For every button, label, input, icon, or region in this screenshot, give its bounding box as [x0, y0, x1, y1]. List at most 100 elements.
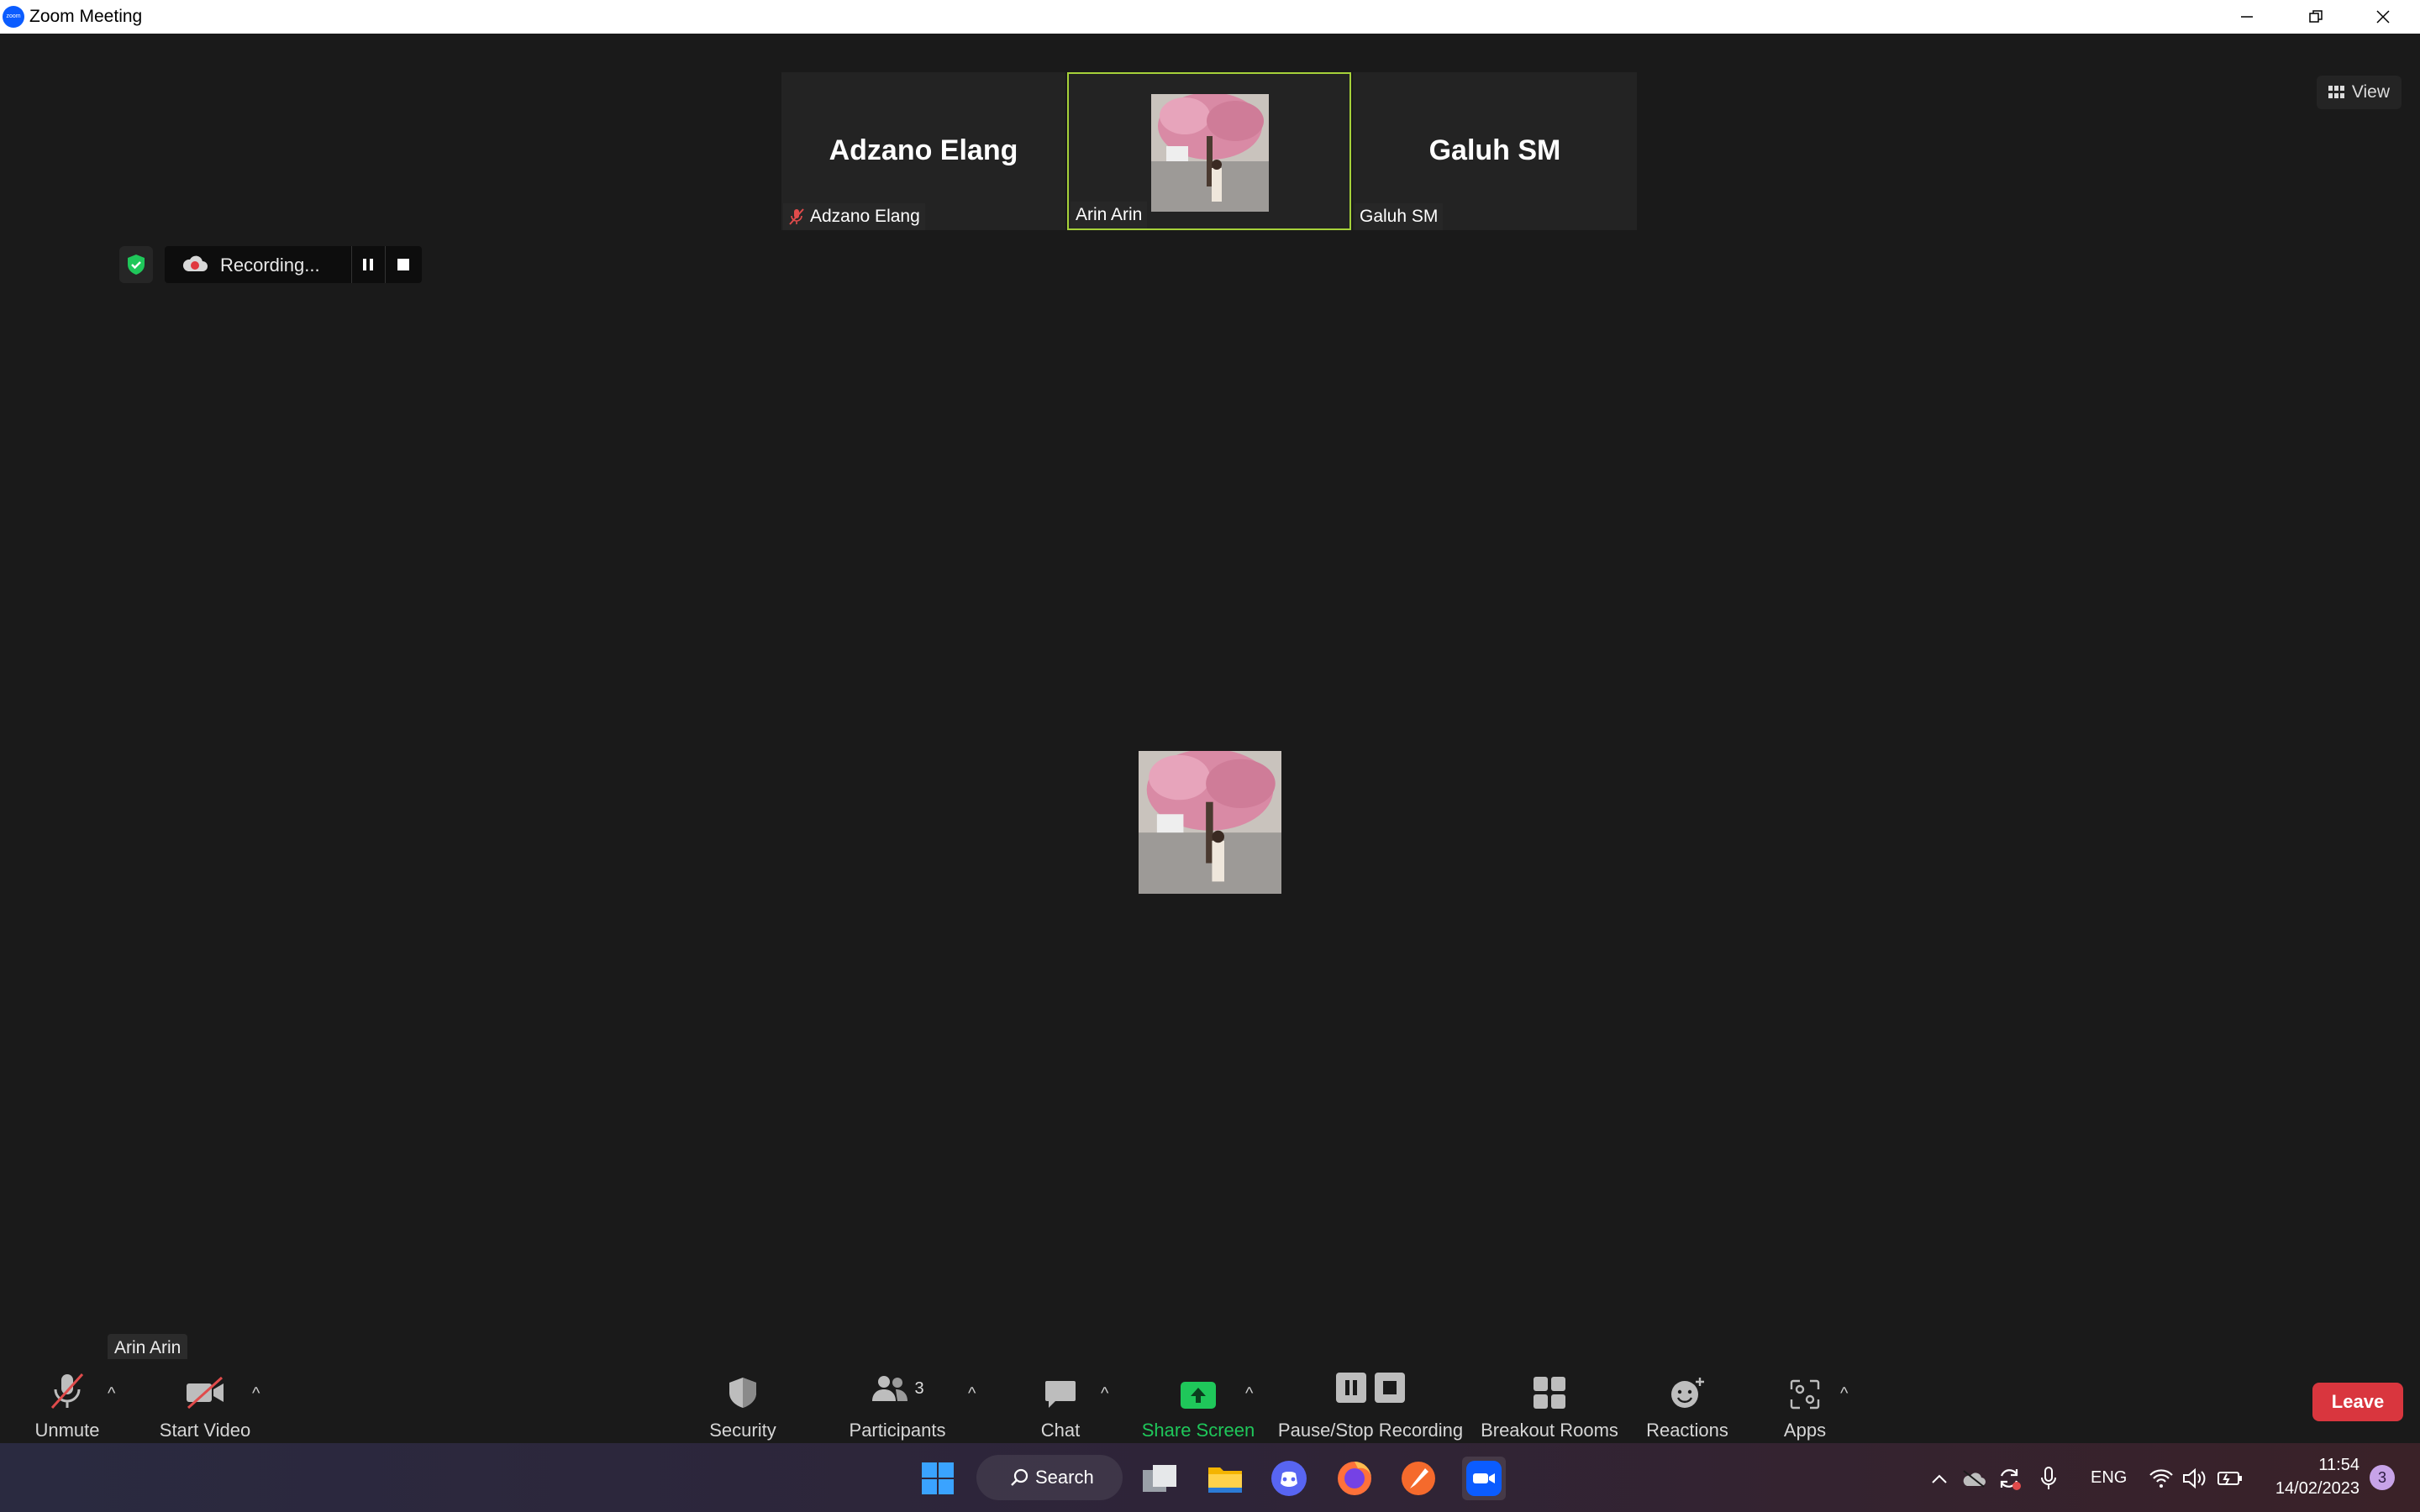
pause-stop-recording-label: Pause/Stop Recording: [1277, 1420, 1464, 1441]
share-screen-label: Share Screen: [1141, 1420, 1255, 1441]
file-explorer-icon[interactable]: [1203, 1457, 1247, 1500]
pause-recording-button[interactable]: [351, 246, 384, 283]
pause-stop-recording-button[interactable]: Pause/Stop Recording: [1277, 1359, 1464, 1443]
participant-tile-arin[interactable]: Arin Arin: [1067, 72, 1351, 230]
discord-icon[interactable]: [1267, 1457, 1311, 1500]
participant-tile-galuh[interactable]: Galuh SM Galuh SM: [1353, 72, 1637, 230]
stop-icon: [397, 259, 409, 270]
notification-badge[interactable]: 3: [2370, 1465, 2395, 1490]
stop-icon: [1375, 1373, 1405, 1403]
language-indicator[interactable]: ENG: [2091, 1468, 2127, 1488]
participants-button[interactable]: 3 Participants: [847, 1359, 948, 1443]
battery-icon[interactable]: [2212, 1457, 2249, 1500]
participants-label: Participants: [849, 1420, 946, 1441]
task-view-icon[interactable]: [1138, 1457, 1181, 1500]
wifi-icon[interactable]: [2143, 1457, 2180, 1500]
pause-icon: [363, 259, 373, 270]
taskbar-clock[interactable]: 11:54 14/02/2023: [2260, 1453, 2360, 1500]
reactions-label: Reactions: [1646, 1420, 1728, 1441]
paint-brush-app-icon[interactable]: [1397, 1457, 1440, 1500]
encryption-shield-button[interactable]: [119, 246, 153, 283]
recording-indicator: Recording...: [165, 246, 422, 283]
self-video-thumbnail: [1139, 751, 1281, 894]
audio-options-caret[interactable]: ^: [108, 1384, 115, 1404]
participant-name: Adzano Elang: [810, 207, 920, 226]
chat-label: Chat: [1040, 1420, 1081, 1441]
participant-name-label: Adzano Elang: [783, 203, 925, 230]
apps-button[interactable]: Apps: [1768, 1359, 1842, 1443]
breakout-rooms-label: Breakout Rooms: [1481, 1420, 1618, 1441]
chat-button[interactable]: Chat: [1018, 1359, 1102, 1443]
chat-options-caret[interactable]: ^: [1101, 1384, 1108, 1404]
self-name-tooltip: Arin Arin: [108, 1334, 188, 1362]
participant-name-label: Arin Arin: [1071, 202, 1148, 228]
shield-icon: [729, 1378, 756, 1408]
reactions-button[interactable]: Reactions: [1644, 1359, 1731, 1443]
participants-options-caret[interactable]: ^: [968, 1384, 976, 1404]
volume-icon[interactable]: [2176, 1457, 2213, 1500]
recording-status-text: Recording...: [220, 255, 320, 276]
search-icon: [1011, 1468, 1028, 1486]
meeting-toolbar: Unmute ^ Start Video ^ Security 3 Partic…: [0, 1359, 2420, 1443]
meeting-area: Adzano Elang Adzano Elang Arin Arin Galu…: [0, 34, 2420, 1443]
share-screen-icon: [1181, 1382, 1216, 1409]
restore-icon: [2309, 10, 2323, 23]
view-button[interactable]: View: [2316, 76, 2402, 109]
stop-recording-button[interactable]: [385, 246, 421, 283]
start-video-label: Start Video: [159, 1420, 251, 1441]
search-label: Search: [1035, 1467, 1094, 1488]
microphone-icon[interactable]: [2030, 1457, 2067, 1500]
apps-options-caret[interactable]: ^: [1840, 1384, 1848, 1404]
participants-count: 3: [914, 1378, 924, 1398]
chat-bubble-icon: [1045, 1381, 1076, 1408]
onedrive-cloud-icon[interactable]: [1954, 1457, 1993, 1500]
window-titlebar: zoom Zoom Meeting: [0, 0, 2420, 34]
share-screen-button[interactable]: Share Screen: [1139, 1359, 1257, 1443]
participant-video-thumbnail: [1151, 94, 1269, 212]
leave-button[interactable]: Leave: [2312, 1383, 2403, 1421]
breakout-rooms-icon: [1534, 1377, 1565, 1409]
minimize-icon: [2241, 16, 2253, 18]
unmute-label: Unmute: [34, 1420, 100, 1441]
zoom-logo-icon: zoom: [3, 6, 24, 28]
participant-display-name: Galuh SM: [1428, 134, 1561, 166]
shield-check-icon: [128, 255, 145, 275]
apps-label: Apps: [1783, 1420, 1827, 1441]
security-label: Security: [709, 1420, 776, 1441]
participant-name-label: Galuh SM: [1355, 203, 1444, 230]
minimize-button[interactable]: [2213, 0, 2281, 34]
close-icon: [2376, 10, 2390, 24]
participant-tile-adzano[interactable]: Adzano Elang Adzano Elang: [781, 72, 1065, 230]
unmute-button[interactable]: Unmute: [25, 1359, 109, 1443]
share-options-caret[interactable]: ^: [1245, 1384, 1253, 1404]
reactions-smiley-icon: [1671, 1378, 1704, 1408]
view-label: View: [2351, 82, 2390, 102]
pause-icon: [1336, 1373, 1366, 1403]
clock-date: 14/02/2023: [2275, 1479, 2360, 1498]
clock-time: 11:54: [2318, 1456, 2360, 1474]
window-title: Zoom Meeting: [29, 7, 143, 26]
cloud-recording-icon: [182, 255, 208, 271]
breakout-rooms-button[interactable]: Breakout Rooms: [1477, 1359, 1622, 1443]
muted-mic-icon: [789, 208, 804, 225]
participant-display-name: Adzano Elang: [829, 134, 1018, 166]
close-window-button[interactable]: [2349, 0, 2417, 34]
start-video-button[interactable]: Start Video: [153, 1359, 257, 1443]
show-hidden-icons-chevron-icon[interactable]: [1921, 1457, 1958, 1500]
participant-name: Arin Arin: [1076, 205, 1143, 224]
participants-icon: [872, 1376, 908, 1401]
video-off-icon: [187, 1376, 224, 1410]
muted-mic-icon: [50, 1373, 84, 1410]
sync-icon[interactable]: [1990, 1457, 2028, 1500]
taskbar-search[interactable]: Search: [976, 1455, 1123, 1500]
windows-start-icon[interactable]: [916, 1457, 960, 1500]
windows-taskbar: Search ENG 11:54 14/02/2023 3: [0, 1443, 2420, 1512]
apps-icon: [1790, 1379, 1820, 1410]
zoom-app-icon[interactable]: [1462, 1457, 1506, 1500]
video-options-caret[interactable]: ^: [252, 1384, 260, 1404]
participant-name: Galuh SM: [1360, 207, 1439, 226]
security-button[interactable]: Security: [701, 1359, 785, 1443]
grid-view-icon: [2328, 86, 2344, 98]
restore-button[interactable]: [2282, 0, 2349, 34]
firefox-icon[interactable]: [1333, 1457, 1376, 1500]
